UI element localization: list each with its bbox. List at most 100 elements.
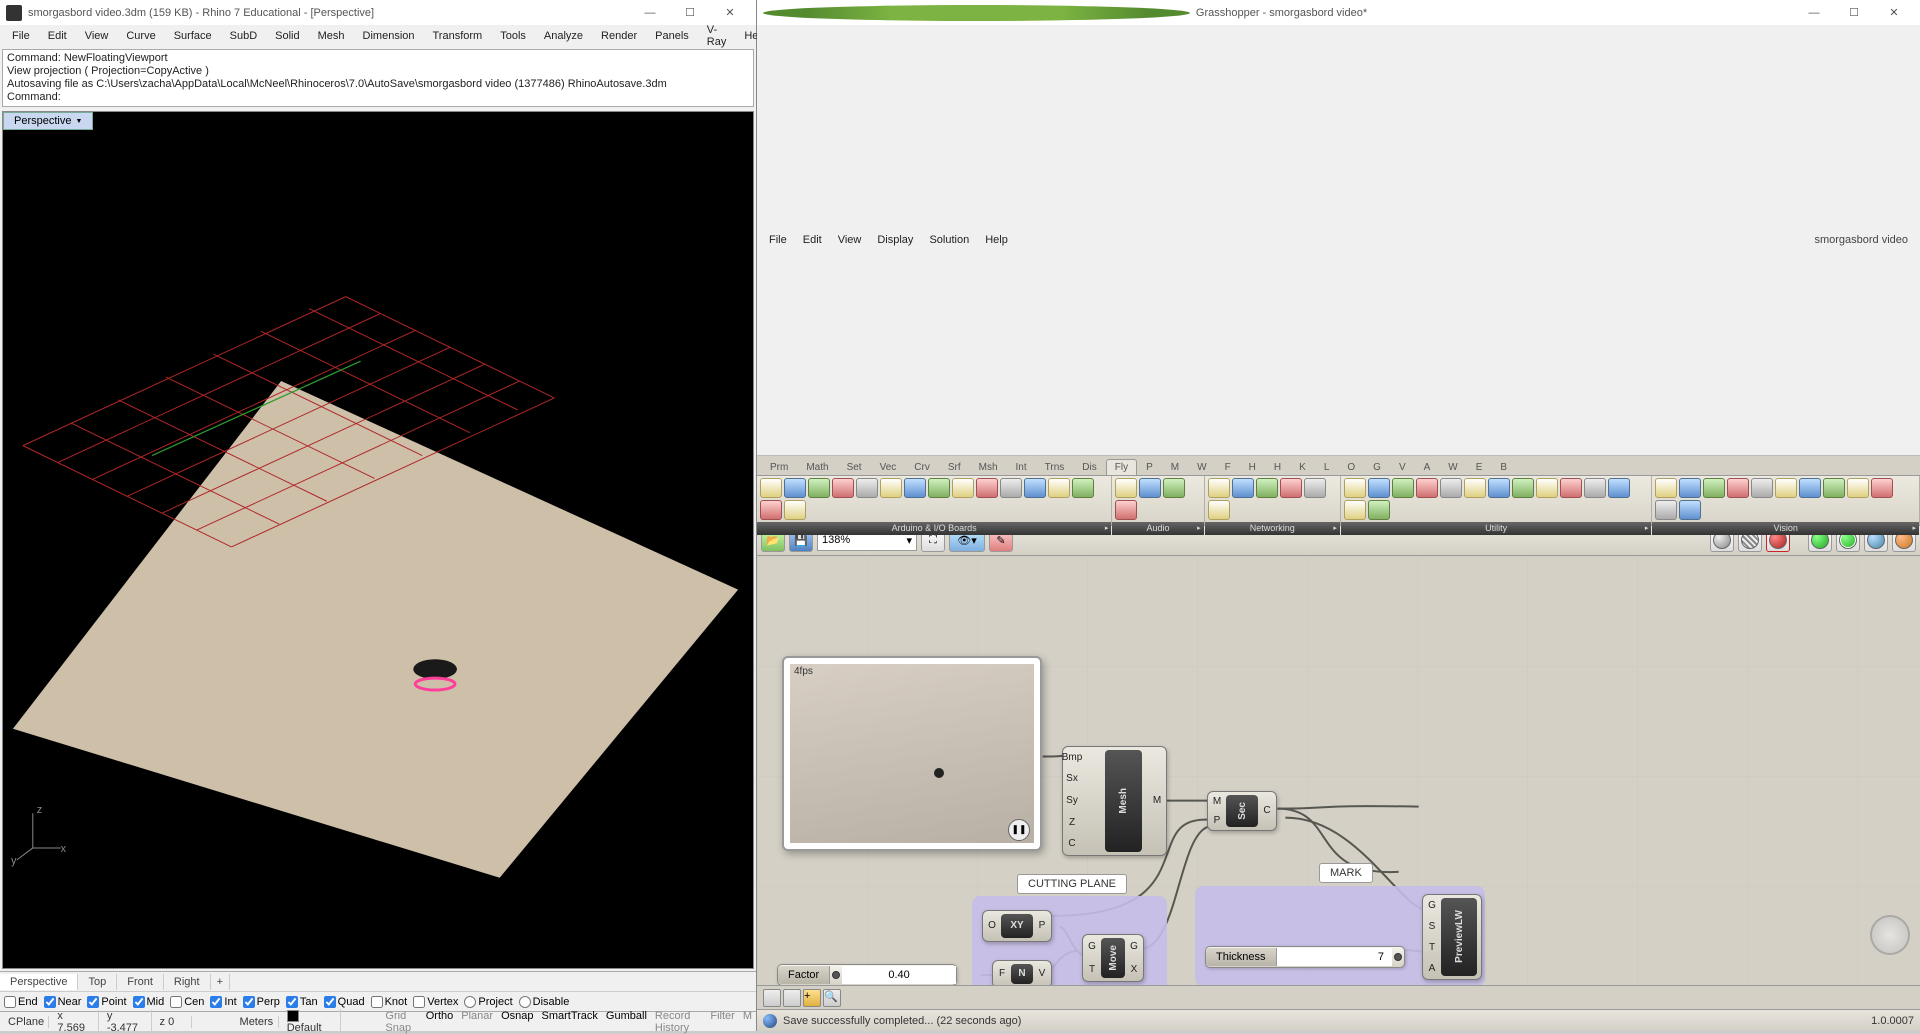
ribbon-group-arduino-i-o-boards[interactable]: Arduino & I/O Boards bbox=[757, 522, 1111, 535]
ribbon-tool-icon[interactable] bbox=[1727, 478, 1749, 498]
menu-mesh[interactable]: Mesh bbox=[310, 28, 353, 44]
ribbon-tool-icon[interactable] bbox=[1392, 478, 1414, 498]
port-m[interactable]: M bbox=[1153, 795, 1161, 806]
ribbon-group-vision[interactable]: Vision bbox=[1652, 522, 1919, 535]
ribbon-tool-icon[interactable] bbox=[832, 478, 854, 498]
menu-surface[interactable]: Surface bbox=[166, 28, 220, 44]
ribbon-tool-icon[interactable] bbox=[1024, 478, 1046, 498]
ribbon-tool-icon[interactable] bbox=[760, 478, 782, 498]
menu-edit[interactable]: Edit bbox=[795, 232, 830, 248]
menu-transform[interactable]: Transform bbox=[425, 28, 491, 44]
ribbon-tool-icon[interactable] bbox=[1368, 478, 1390, 498]
ribbon-tool-icon[interactable] bbox=[1072, 478, 1094, 498]
osnap-project[interactable]: Project bbox=[464, 996, 512, 1008]
ribbon-tool-icon[interactable] bbox=[1208, 478, 1230, 498]
ribbon-tool-icon[interactable] bbox=[1416, 478, 1438, 498]
viewport-tab-top[interactable]: Top bbox=[78, 974, 117, 990]
thickness-slider[interactable]: Thickness 7 bbox=[1205, 946, 1405, 968]
ribbon-tool-icon[interactable] bbox=[880, 478, 902, 498]
ribbon-tool-icon[interactable] bbox=[1280, 478, 1302, 498]
section-component[interactable]: MP Sec C bbox=[1207, 791, 1277, 831]
gh-tab-k[interactable]: K bbox=[1290, 459, 1315, 475]
ribbon-tool-icon[interactable] bbox=[1679, 500, 1701, 520]
gh-tab-vec[interactable]: Vec bbox=[871, 459, 906, 475]
status-toggle-gumball[interactable]: Gumball bbox=[602, 1010, 651, 1034]
port-s[interactable]: S bbox=[1429, 921, 1436, 932]
port-m[interactable]: M bbox=[1213, 796, 1221, 807]
ribbon-tool-icon[interactable] bbox=[1256, 478, 1278, 498]
menu-curve[interactable]: Curve bbox=[118, 28, 163, 44]
gh-tab-prm[interactable]: Prm bbox=[761, 459, 797, 475]
ribbon-tool-icon[interactable] bbox=[1344, 500, 1366, 520]
minimize-button[interactable]: — bbox=[1794, 0, 1834, 25]
port-p[interactable]: P bbox=[1214, 815, 1221, 826]
ribbon-tool-icon[interactable] bbox=[1115, 478, 1137, 498]
viewport-tab-perspective[interactable]: Perspective bbox=[0, 974, 78, 990]
canvas-compass[interactable] bbox=[1870, 915, 1910, 955]
osnap-point[interactable]: Point bbox=[87, 996, 126, 1008]
command-history[interactable]: Command: NewFloatingViewport View projec… bbox=[2, 49, 754, 107]
add-button[interactable]: + bbox=[803, 989, 821, 1007]
ribbon-tool-icon[interactable] bbox=[1368, 500, 1390, 520]
gh-tab-fly[interactable]: Fly bbox=[1106, 459, 1137, 475]
ribbon-tool-icon[interactable] bbox=[760, 500, 782, 520]
menu-subd[interactable]: SubD bbox=[222, 28, 266, 44]
menu-view[interactable]: View bbox=[77, 28, 117, 44]
gh-tab-m[interactable]: M bbox=[1162, 459, 1188, 475]
ribbon-tool-icon[interactable] bbox=[1871, 478, 1893, 498]
xy-plane-component[interactable]: O XY P bbox=[982, 910, 1052, 942]
osnap-vertex[interactable]: Vertex bbox=[413, 996, 458, 1008]
ribbon-tool-icon[interactable] bbox=[1464, 478, 1486, 498]
ribbon-tool-icon[interactable] bbox=[1775, 478, 1797, 498]
menu-display[interactable]: Display bbox=[869, 232, 921, 248]
mesh-component[interactable]: BmpSxSyZC Mesh M bbox=[1062, 746, 1167, 856]
status-toggle-smarttrack[interactable]: SmartTrack bbox=[537, 1010, 601, 1034]
mru-button[interactable] bbox=[763, 989, 781, 1007]
port-sx[interactable]: Sx bbox=[1066, 773, 1078, 784]
ribbon-tool-icon[interactable] bbox=[904, 478, 926, 498]
menu-solid[interactable]: Solid bbox=[267, 28, 307, 44]
gh-tab-h[interactable]: H bbox=[1265, 459, 1290, 475]
ribbon-tool-icon[interactable] bbox=[1655, 500, 1677, 520]
port-c[interactable]: C bbox=[1068, 838, 1075, 849]
gh-doc-name[interactable]: smorgasbord video bbox=[1806, 232, 1916, 248]
ribbon-group-utility[interactable]: Utility bbox=[1341, 522, 1652, 535]
gh-tab-g[interactable]: G bbox=[1364, 459, 1390, 475]
port-c[interactable]: C bbox=[1263, 805, 1270, 816]
markov-button[interactable] bbox=[783, 989, 801, 1007]
gh-tab-h[interactable]: H bbox=[1240, 459, 1265, 475]
gh-canvas[interactable]: 4fps ❚❚ BmpSxSyZC Mesh M MP Sec C CUTTIN… bbox=[757, 556, 1920, 986]
status-cplane[interactable]: CPlane bbox=[0, 1016, 49, 1028]
ribbon-tool-icon[interactable] bbox=[1679, 478, 1701, 498]
gh-tab-dis[interactable]: Dis bbox=[1073, 459, 1105, 475]
factor-slider[interactable]: Factor 0.40 bbox=[777, 964, 957, 986]
gh-category-tabs[interactable]: PrmMathSetVecCrvSrfMshIntTrnsDisFlyPMWFH… bbox=[757, 456, 1920, 476]
ribbon-tool-icon[interactable] bbox=[928, 478, 950, 498]
close-button[interactable]: ✕ bbox=[1874, 0, 1914, 25]
gh-tab-w[interactable]: W bbox=[1188, 459, 1215, 475]
gh-tab-msh[interactable]: Msh bbox=[970, 459, 1007, 475]
gh-tab-int[interactable]: Int bbox=[1007, 459, 1036, 475]
menu-dimension[interactable]: Dimension bbox=[355, 28, 423, 44]
status-toggle-osnap[interactable]: Osnap bbox=[497, 1010, 537, 1034]
osnap-cen[interactable]: Cen bbox=[170, 996, 204, 1008]
port-g[interactable]: G bbox=[1130, 941, 1138, 952]
ribbon-tool-icon[interactable] bbox=[1799, 478, 1821, 498]
gh-tab-a[interactable]: A bbox=[1415, 459, 1440, 475]
ribbon-tool-icon[interactable] bbox=[784, 500, 806, 520]
viewport-label[interactable]: Perspective ▼ bbox=[3, 112, 93, 130]
maximize-button[interactable]: ☐ bbox=[1834, 0, 1874, 25]
ribbon-group-audio[interactable]: Audio bbox=[1112, 522, 1203, 535]
status-toggle-record-history[interactable]: Record History bbox=[651, 1010, 707, 1034]
osnap-end[interactable]: End bbox=[4, 996, 38, 1008]
ribbon-tool-icon[interactable] bbox=[1703, 478, 1725, 498]
ribbon-tool-icon[interactable] bbox=[1560, 478, 1582, 498]
osnap-knot[interactable]: Knot bbox=[371, 996, 408, 1008]
status-toggle-ortho[interactable]: Ortho bbox=[422, 1010, 458, 1034]
viewport-tabs[interactable]: PerspectiveTopFrontRight+ bbox=[0, 971, 756, 991]
ribbon-tool-icon[interactable] bbox=[1655, 478, 1677, 498]
ribbon-tool-icon[interactable] bbox=[1208, 500, 1230, 520]
ribbon-tool-icon[interactable] bbox=[784, 478, 806, 498]
ribbon-tool-icon[interactable] bbox=[1608, 478, 1630, 498]
osnap-near[interactable]: Near bbox=[44, 996, 82, 1008]
